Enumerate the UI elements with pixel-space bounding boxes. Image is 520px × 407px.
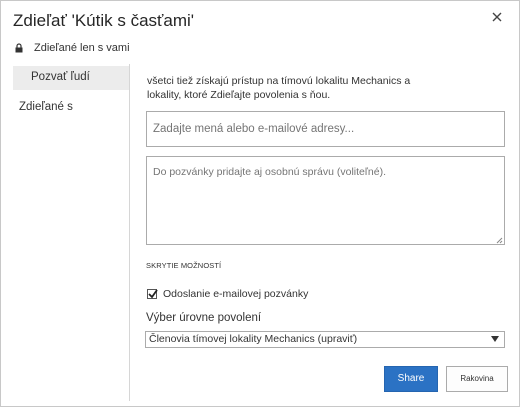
share-button[interactable]: Share (384, 366, 438, 392)
people-input[interactable] (146, 111, 505, 147)
chevron-down-icon (491, 336, 499, 342)
sidebar-item-invite-people[interactable]: Pozvať ľudí (13, 66, 129, 90)
send-email-label: Odoslanie e-mailovej pozvánky (163, 288, 309, 300)
resize-grip-icon[interactable] (496, 237, 503, 244)
sidebar-item-label: Zdieľané s (19, 101, 73, 113)
send-email-option[interactable]: Odoslanie e-mailovej pozvánky (147, 288, 308, 300)
checkmark-icon (148, 289, 158, 299)
sidebar-divider (129, 64, 130, 401)
sidebar: Pozvať ľudí Zdieľané s (13, 66, 129, 120)
invite-panel: všetci tiež získajú prístup na tímovú lo… (145, 74, 507, 348)
personal-message-field[interactable] (146, 156, 505, 245)
cancel-button[interactable]: Rakovina (446, 366, 508, 392)
access-info-text: všetci tiež získajú prístup na tímovú lo… (147, 75, 411, 101)
lock-icon (15, 43, 23, 53)
share-dialog: Zdieľať 'Kútik s časťami' Zdieľané len s… (0, 0, 520, 407)
hide-options-link[interactable]: SKRYTIE MOŽNOSTÍ (146, 261, 221, 270)
permission-selected-value: Členovia tímovej lokality Mechanics (upr… (149, 333, 358, 345)
sidebar-item-label: Pozvať ľudí (31, 71, 90, 83)
permission-level-select[interactable]: Členovia tímovej lokality Mechanics (upr… (145, 331, 505, 348)
permission-level-label: Výber úrovne povolení (146, 312, 262, 324)
send-email-checkbox[interactable] (147, 289, 158, 299)
dialog-title: Zdieľať 'Kútik s časťami' (13, 11, 195, 30)
sharing-status: Zdieľané len s vami (15, 42, 130, 54)
close-icon[interactable] (489, 9, 505, 25)
sidebar-item-shared-with[interactable]: Zdieľané s (13, 96, 129, 120)
sharing-status-text: Zdieľané len s vami (34, 42, 130, 54)
